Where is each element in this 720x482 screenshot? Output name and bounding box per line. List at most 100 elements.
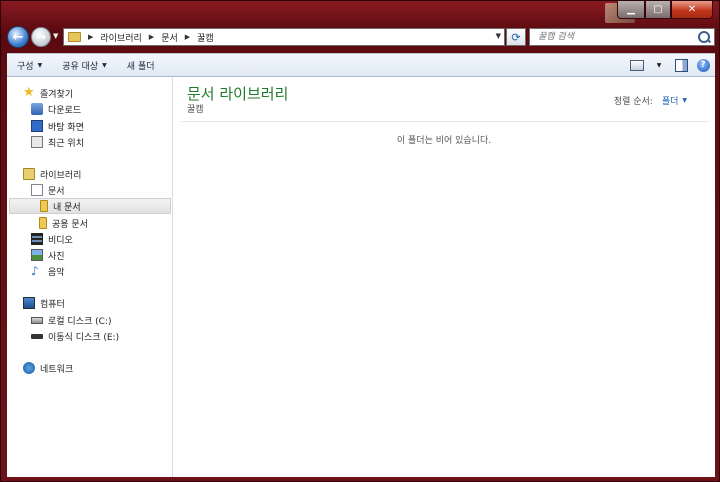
library-title: 문서 라이브러리 bbox=[187, 85, 289, 103]
sidebar-item-public-documents[interactable]: 공용 문서 bbox=[39, 215, 88, 231]
views-icon bbox=[630, 59, 644, 71]
hard-disk-icon bbox=[31, 316, 43, 324]
command-bar: 구성 ▼ 공유 대상 ▼ 새 폴더 ▼ ? bbox=[7, 53, 715, 77]
sidebar-item-label: 공용 문서 bbox=[52, 219, 88, 230]
sidebar-item-label: 최근 위치 bbox=[48, 138, 84, 149]
sidebar-item-videos[interactable]: 비디오 bbox=[31, 231, 73, 247]
forward-arrow-icon: → bbox=[35, 30, 47, 44]
share-button[interactable]: 공유 대상 ▼ bbox=[52, 59, 117, 72]
search-icon[interactable] bbox=[698, 31, 710, 43]
minimize-icon: ▁ bbox=[627, 4, 635, 15]
sidebar-item-removable-disk[interactable]: 이동식 디스크 (E:) bbox=[31, 328, 119, 344]
pictures-icon bbox=[31, 249, 43, 261]
computer-icon bbox=[23, 297, 35, 309]
recent-pages-dropdown[interactable]: ▼ bbox=[53, 32, 58, 40]
downloads-icon bbox=[31, 103, 43, 115]
search-input[interactable] bbox=[536, 31, 700, 43]
arrange-by-control: 정렬 순서: 폴더 ▼ bbox=[614, 94, 687, 107]
music-icon: ♪ bbox=[31, 264, 39, 278]
sidebar-item-label: 다운로드 bbox=[48, 105, 82, 116]
search-box[interactable] bbox=[529, 28, 715, 46]
chevron-down-icon: ▼ bbox=[102, 61, 107, 69]
star-icon: ★ bbox=[23, 85, 35, 100]
chevron-down-icon: ▼ bbox=[656, 61, 662, 69]
sidebar-item-pictures[interactable]: 사진 bbox=[31, 247, 65, 263]
sidebar-item-label: 이동식 디스크 (E:) bbox=[48, 332, 120, 343]
minimize-button[interactable]: ▁ bbox=[617, 1, 645, 19]
breadcrumb-separator-icon: ▶ bbox=[88, 33, 94, 41]
close-button[interactable]: ✕ bbox=[671, 1, 713, 19]
view-options-dropdown[interactable]: ▼ bbox=[651, 57, 667, 73]
toolbar-right-group: ▼ ? bbox=[629, 57, 711, 73]
change-view-button[interactable] bbox=[629, 57, 645, 73]
sidebar-item-local-disk[interactable]: 로컬 디스크 (C:) bbox=[31, 312, 111, 328]
breadcrumb-documents[interactable]: 문서 bbox=[161, 31, 178, 44]
removable-disk-icon bbox=[31, 333, 43, 339]
back-arrow-icon: ← bbox=[12, 29, 24, 45]
share-label: 공유 대상 bbox=[62, 61, 99, 72]
close-icon: ✕ bbox=[687, 4, 697, 15]
header-divider bbox=[181, 121, 709, 122]
address-dropdown-icon[interactable]: ▼ bbox=[496, 32, 501, 40]
sidebar-item-label: 컴퓨터 bbox=[40, 299, 65, 310]
arrange-by-value[interactable]: 폴더 bbox=[662, 94, 679, 107]
sidebar-item-label: 문서 bbox=[48, 186, 65, 197]
sidebar-item-label: 즐겨찾기 bbox=[40, 89, 74, 100]
new-folder-label: 새 폴더 bbox=[126, 61, 155, 72]
sidebar-item-label: 로컬 디스크 (C:) bbox=[48, 316, 112, 327]
breadcrumb-libraries[interactable]: 라이브러리 bbox=[100, 31, 141, 44]
sidebar-item-music[interactable]: ♪ 음악 bbox=[31, 263, 65, 279]
help-icon: ? bbox=[696, 58, 710, 72]
sidebar-item-label: 바탕 화면 bbox=[48, 122, 84, 133]
sidebar-item-downloads[interactable]: 다운로드 bbox=[31, 101, 81, 117]
video-icon bbox=[31, 233, 43, 245]
refresh-button[interactable]: ⟳ bbox=[506, 28, 526, 46]
address-bar[interactable]: ▶ 라이브러리 ▶ 문서 ▶ 꿀캠 ▼ bbox=[63, 28, 505, 46]
breadcrumb-current-folder[interactable]: 꿀캠 bbox=[197, 31, 214, 44]
library-icon bbox=[23, 168, 35, 180]
breadcrumb-separator-icon: ▶ bbox=[184, 33, 191, 41]
sidebar-item-label: 음악 bbox=[48, 267, 65, 278]
recent-places-icon bbox=[31, 136, 43, 148]
sidebar-item-label: 비디오 bbox=[48, 235, 73, 246]
sidebar-item-my-documents[interactable]: 내 문서 bbox=[9, 198, 171, 214]
new-folder-button[interactable]: 새 폴더 bbox=[117, 59, 165, 72]
navigation-pane: ★ 즐겨찾기 다운로드 바탕 화면 최근 위치 라이브러리 문서 내 문서 공용 … bbox=[7, 77, 173, 477]
empty-folder-message: 이 폴더는 비어 있습니다. bbox=[396, 136, 492, 146]
sidebar-item-label: 사진 bbox=[48, 251, 65, 262]
sidebar-item-desktop[interactable]: 바탕 화면 bbox=[31, 118, 84, 134]
content-pane: 문서 라이브러리 꿀캠 정렬 순서: 폴더 ▼ 이 폴더는 비어 있습니다. bbox=[173, 77, 715, 477]
maximize-button[interactable]: ▢ bbox=[645, 1, 671, 19]
breadcrumb-separator-icon: ▶ bbox=[148, 33, 155, 41]
navigation-bar: ← → ▼ ▶ 라이브러리 ▶ 문서 ▶ 꿀캠 ▼ ⟳ bbox=[7, 25, 715, 51]
caption-buttons: ▁ ▢ ✕ bbox=[617, 1, 713, 19]
sidebar-item-network[interactable]: 네트워크 bbox=[23, 360, 73, 376]
refresh-icon: ⟳ bbox=[511, 30, 521, 44]
sidebar-item-computer[interactable]: 컴퓨터 bbox=[23, 295, 65, 311]
folder-icon bbox=[39, 217, 47, 229]
preview-pane-icon bbox=[674, 58, 688, 72]
library-subtitle: 꿀캠 bbox=[187, 105, 204, 115]
sidebar-item-label: 라이브러리 bbox=[40, 170, 82, 181]
network-icon bbox=[23, 362, 35, 374]
folder-icon bbox=[68, 32, 81, 42]
maximize-icon: ▢ bbox=[653, 4, 663, 15]
help-button[interactable]: ? bbox=[695, 57, 711, 73]
sidebar-item-label: 네트워크 bbox=[40, 364, 74, 375]
desktop-icon bbox=[31, 120, 43, 132]
sidebar-item-documents[interactable]: 문서 bbox=[31, 182, 65, 198]
explorer-window: ▁ ▢ ✕ ← → ▼ ▶라이브러리 ▶문서 ▶꿀캠 ▼ ⟳ 구성▼ 공유 대상… bbox=[0, 0, 720, 482]
sidebar-item-label: 내 문서 bbox=[53, 202, 81, 213]
chevron-down-icon[interactable]: ▼ bbox=[682, 97, 687, 104]
sidebar-item-recent[interactable]: 최근 위치 bbox=[31, 134, 84, 150]
arrange-by-label: 정렬 순서: bbox=[613, 97, 653, 107]
forward-button[interactable]: → bbox=[31, 27, 51, 47]
organize-button[interactable]: 구성 ▼ bbox=[7, 59, 52, 72]
sidebar-item-libraries[interactable]: 라이브러리 bbox=[23, 166, 81, 182]
preview-pane-button[interactable] bbox=[673, 57, 689, 73]
document-icon bbox=[31, 184, 43, 196]
sidebar-item-favorites[interactable]: ★ 즐겨찾기 bbox=[23, 85, 73, 101]
organize-label: 구성 bbox=[17, 61, 34, 72]
chevron-down-icon: ▼ bbox=[37, 61, 43, 69]
back-button[interactable]: ← bbox=[7, 26, 29, 48]
